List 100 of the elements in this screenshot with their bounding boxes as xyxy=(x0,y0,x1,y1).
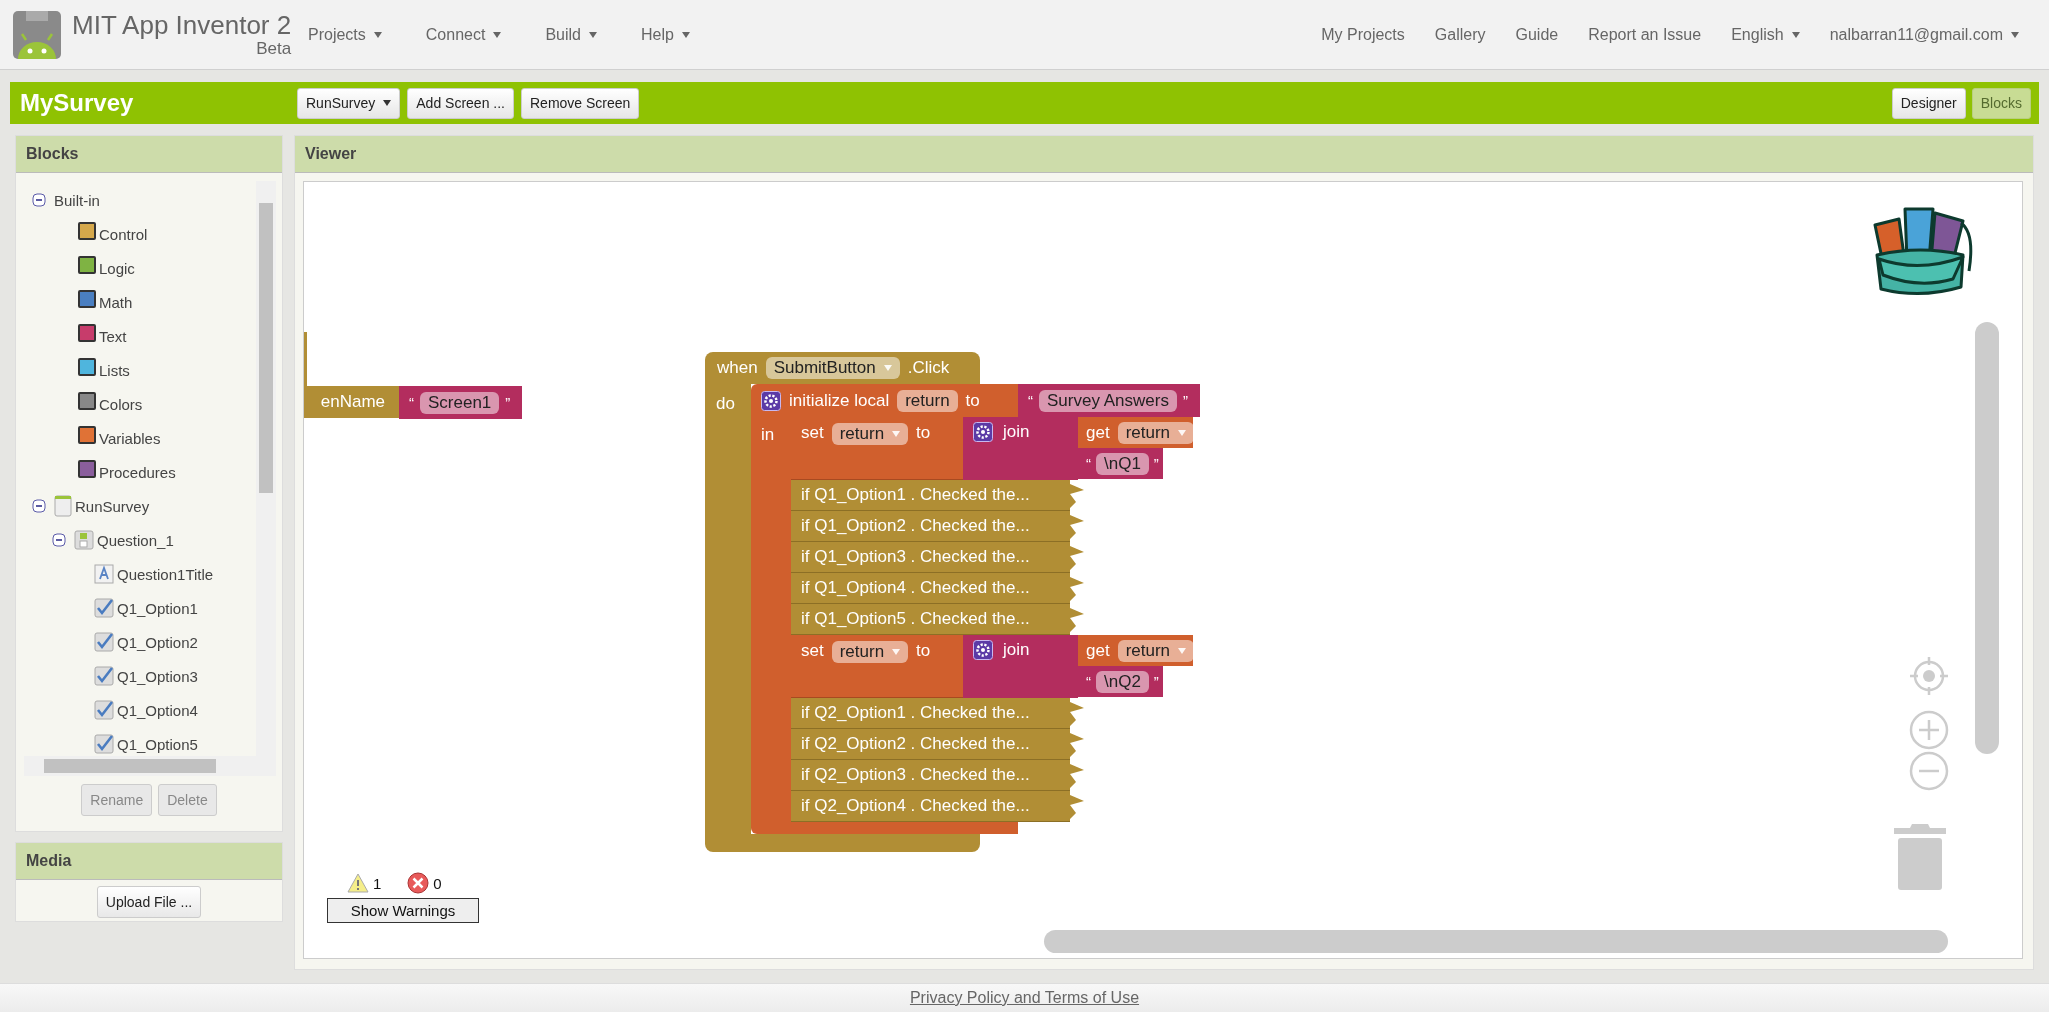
tree-item-label[interactable]: Built-in xyxy=(54,191,100,209)
error-count: 0 xyxy=(433,874,442,892)
gear-icon[interactable] xyxy=(761,390,781,411)
event-name: .Click xyxy=(907,358,950,378)
variable-name-field[interactable]: return xyxy=(897,389,958,412)
block-label: if Q2_Option4 . Checked the... xyxy=(801,796,1030,816)
set-variable-block[interactable]: set return to xyxy=(791,417,963,480)
tree-item-label[interactable]: Logic xyxy=(99,259,135,277)
tree-item-label[interactable]: Colors xyxy=(99,395,143,413)
block-keyword: to xyxy=(916,641,931,661)
show-warnings-button[interactable]: Show Warnings xyxy=(327,898,479,923)
block-label: if Q1_Option5 . Checked the... xyxy=(801,609,1030,629)
text-value-field[interactable]: \nQ2 xyxy=(1096,670,1149,693)
variable-dropdown[interactable]: return xyxy=(831,423,909,445)
tree-item-label[interactable]: Q1_Option4 xyxy=(117,701,198,719)
local-variable-block[interactable]: initialize local return to xyxy=(751,384,1018,417)
language-menu[interactable]: English xyxy=(1731,25,1800,44)
account-menu[interactable]: nalbarran11@gmail.com xyxy=(1829,25,2019,44)
caret-icon xyxy=(373,31,382,38)
upload-button[interactable]: Upload File ... xyxy=(96,886,202,918)
tree-item-label[interactable]: Lists xyxy=(99,361,130,379)
quote-mark: “ xyxy=(409,394,414,411)
set-variable-block[interactable]: set return to xyxy=(791,635,963,698)
tree-item-label[interactable]: Q1_Option2 xyxy=(117,633,198,651)
variable-dropdown[interactable]: return xyxy=(1117,639,1195,662)
quote-mark: ” xyxy=(1182,392,1188,409)
nav-link[interactable]: My Projects xyxy=(1321,25,1405,44)
tree-item-label[interactable]: Variables xyxy=(99,429,161,447)
tree-item-label[interactable]: Question1Title xyxy=(117,565,214,583)
tree-item-label[interactable]: Control xyxy=(99,225,148,243)
block-keyword: to xyxy=(965,390,980,411)
caret-icon xyxy=(383,100,392,106)
text-block[interactable]: “ Screen1 ” xyxy=(399,386,523,419)
horizontal-scrollbar[interactable] xyxy=(24,756,276,776)
tree-item-label[interactable]: Question_1 xyxy=(97,531,174,549)
block-label: if Q1_Option2 . Checked the... xyxy=(801,516,1030,536)
caret-icon xyxy=(588,31,597,38)
get-variable-block[interactable]: get return xyxy=(1078,417,1193,448)
menu-item[interactable]: Connect xyxy=(425,25,502,44)
block-label: if Q1_Option3 . Checked the... xyxy=(801,547,1030,567)
quote-mark: ” xyxy=(1153,455,1159,472)
panel-title: Blocks xyxy=(16,136,282,173)
join-block[interactable]: join xyxy=(963,635,1078,698)
quote-mark: ” xyxy=(505,394,511,411)
tree-item-label[interactable]: Text xyxy=(99,327,127,345)
vertical-scrollbar[interactable] xyxy=(256,181,276,756)
block-keyword: join xyxy=(1003,422,1030,442)
variable-dropdown[interactable]: return xyxy=(831,641,909,663)
event-block-header[interactable]: when SubmitButton .Click xyxy=(705,352,980,384)
nav-link[interactable]: Guide xyxy=(1515,25,1559,44)
collapse-icon[interactable] xyxy=(52,533,66,547)
screen-icon xyxy=(54,495,72,517)
text-value-field[interactable]: Survey Answers xyxy=(1039,389,1177,412)
trash-icon[interactable] xyxy=(1894,824,1946,890)
text-value-field[interactable]: Screen1 xyxy=(420,391,500,414)
join-block[interactable]: join xyxy=(963,417,1078,480)
zoom-out-icon[interactable] xyxy=(1909,751,1949,791)
toolbar-button[interactable]: Add Screen ... xyxy=(407,87,514,119)
panel-title: Media xyxy=(16,843,282,880)
text-block[interactable]: “ Survey Answers ” xyxy=(1018,384,1200,417)
tree-item-label[interactable]: Procedures xyxy=(99,463,176,481)
mode-button[interactable]: Blocks xyxy=(1971,87,2031,119)
block-keyword: join xyxy=(1003,640,1030,660)
horizontal-scrollbar[interactable] xyxy=(1044,930,1948,953)
collapse-icon[interactable] xyxy=(32,499,46,513)
menu-item[interactable]: Help xyxy=(640,25,690,44)
tree-item-label[interactable]: Q1_Option3 xyxy=(117,667,198,685)
mode-button[interactable]: Designer xyxy=(1891,87,1966,119)
quote-mark: “ xyxy=(1086,455,1091,472)
nav-link[interactable]: Gallery xyxy=(1434,25,1486,44)
caret-icon xyxy=(1791,31,1800,38)
caret-icon xyxy=(493,31,502,38)
block-keyword: do xyxy=(716,394,735,413)
text-block[interactable]: “ \nQ1 ” xyxy=(1078,448,1163,479)
vertical-scrollbar[interactable] xyxy=(1975,322,1999,754)
text-value-field[interactable]: \nQ1 xyxy=(1096,452,1149,475)
variable-dropdown[interactable]: return xyxy=(1117,421,1195,444)
get-variable-block[interactable]: get return xyxy=(1078,635,1193,666)
nav-link[interactable]: Report an Issue xyxy=(1588,25,1702,44)
toolbar-button[interactable]: Remove Screen xyxy=(521,87,640,119)
recenter-icon[interactable] xyxy=(1909,656,1949,696)
tree-item-label[interactable]: Q1_Option5 xyxy=(117,735,198,753)
collapse-icon[interactable] xyxy=(32,193,46,207)
tree-item-label[interactable]: Q1_Option1 xyxy=(117,599,198,617)
text-block[interactable]: “ \nQ2 ” xyxy=(1078,666,1163,697)
quote-mark: “ xyxy=(1086,673,1091,690)
component-dropdown[interactable]: SubmitButton xyxy=(765,357,900,379)
tree-item-label[interactable]: Math xyxy=(99,293,133,311)
menu-item[interactable]: Projects xyxy=(308,25,382,44)
gear-icon[interactable] xyxy=(973,422,993,442)
tree-item-label[interactable]: RunSurvey xyxy=(75,497,150,515)
menu-item[interactable]: Build xyxy=(545,25,597,44)
screen-dropdown[interactable]: RunSurvey xyxy=(297,87,401,119)
block-keyword: get xyxy=(1086,640,1110,661)
app-name: MIT App Inventor 2 xyxy=(72,12,292,38)
gear-icon[interactable] xyxy=(973,640,993,660)
zoom-in-icon[interactable] xyxy=(1909,710,1949,750)
quote-mark: ” xyxy=(1153,673,1159,690)
app-logo[interactable] xyxy=(12,9,62,60)
privacy-link[interactable]: Privacy Policy and Terms of Use xyxy=(909,989,1140,1007)
